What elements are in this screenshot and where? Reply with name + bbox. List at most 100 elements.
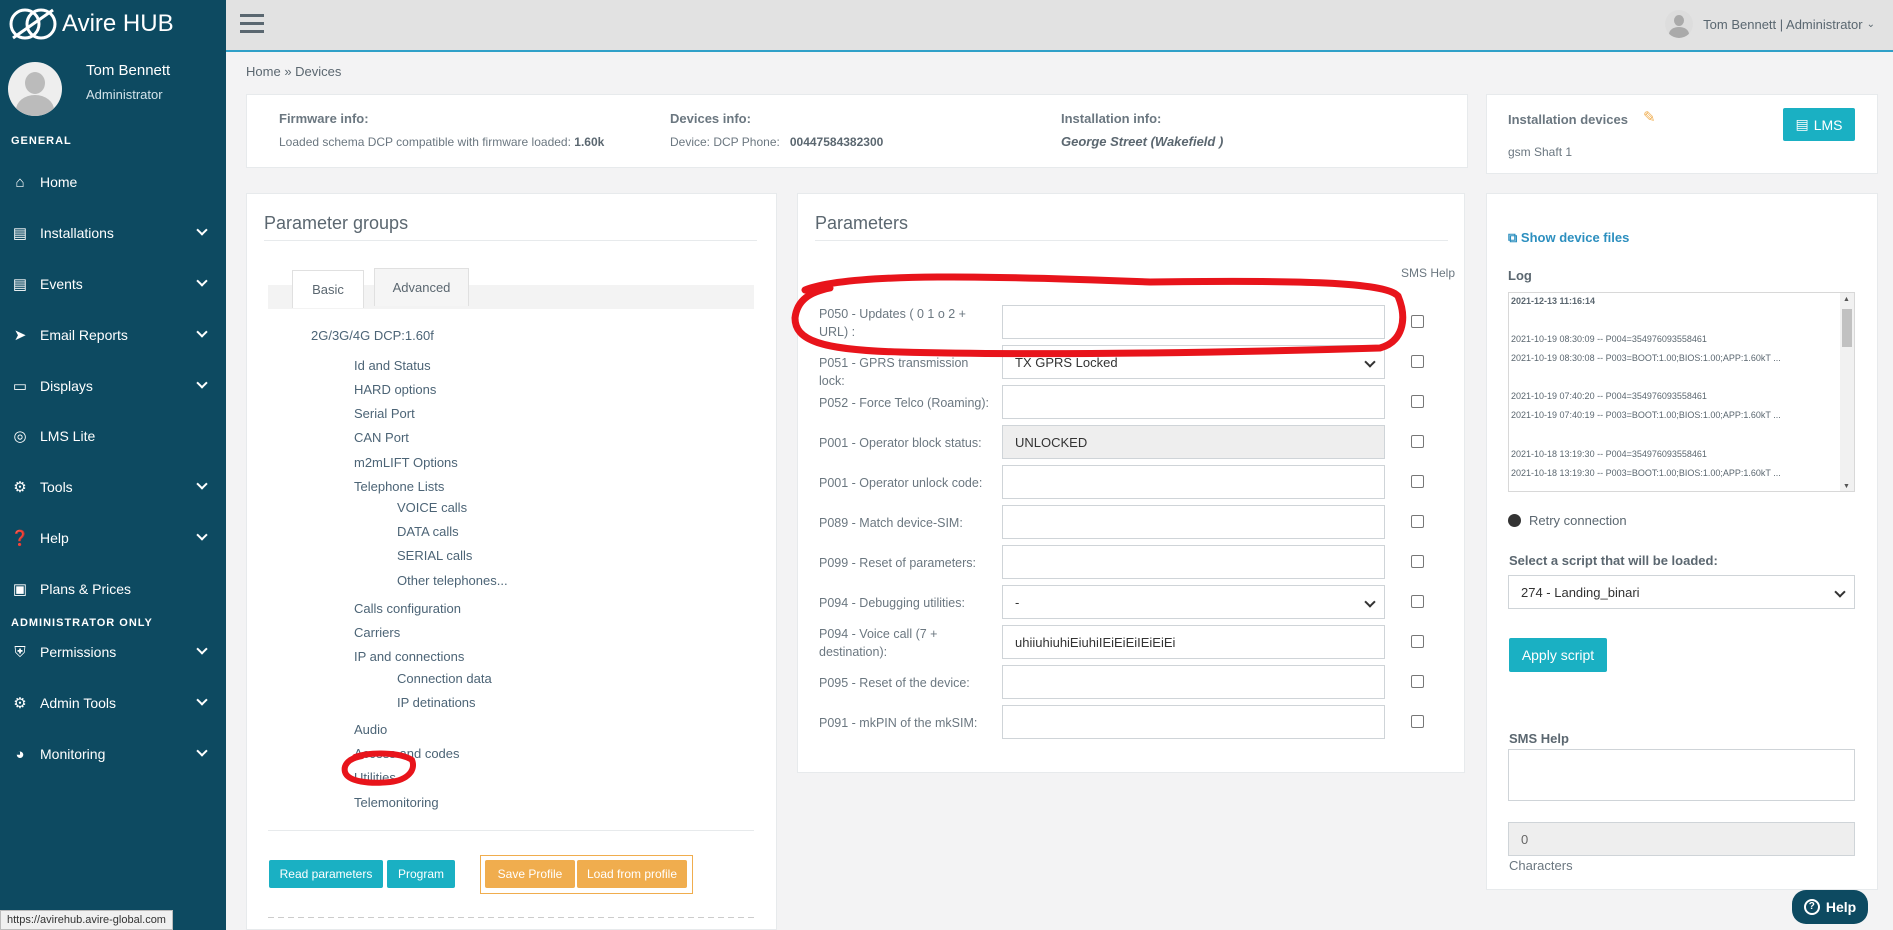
tree-root[interactable]: 2G/3G/4G DCP:1.60f [311, 328, 434, 343]
tree-item[interactable]: IP and connections [354, 649, 464, 664]
show-device-files-link[interactable]: ⧉ Show device files [1508, 230, 1629, 246]
tree-item[interactable]: Serial Port [354, 406, 415, 421]
tree-item[interactable]: Id and Status [354, 358, 431, 373]
parameter-input[interactable] [1002, 545, 1385, 579]
apply-script-button[interactable]: Apply script [1509, 638, 1607, 672]
sms-help-checkbox[interactable] [1411, 675, 1424, 688]
sidebar-item-email-reports[interactable]: ➤ Email Reports [0, 315, 226, 355]
parameter-label: P099 - Reset of parameters: [819, 556, 977, 570]
profile-name[interactable]: Tom Bennett [86, 62, 170, 79]
help-button[interactable]: ? Help [1792, 890, 1868, 924]
sidebar-item-tools[interactable]: ⚙ Tools [0, 467, 226, 507]
installation-device-item[interactable]: gsm Shaft 1 [1508, 145, 1572, 159]
log-line: 2021-10-19 07:40:19 -- P003=BOOT:1.00;BI… [1511, 410, 1781, 420]
sidebar-item-permissions[interactable]: ⛨ Permissions [0, 632, 226, 672]
tree-item[interactable]: Calls configuration [354, 601, 461, 616]
brand[interactable]: Avire HUB [0, 0, 226, 48]
sidebar-item-lms-lite[interactable]: ◎ LMS Lite [0, 416, 226, 456]
tree-item[interactable]: VOICE calls [397, 500, 467, 515]
program-button[interactable]: Program [387, 860, 455, 888]
briefcase-icon: ▣ [12, 581, 28, 598]
sms-help-checkbox[interactable] [1411, 355, 1424, 368]
sms-help-checkbox[interactable] [1411, 715, 1424, 728]
firmware-info-title: Firmware info: [279, 111, 369, 126]
tree-item[interactable]: Audio [354, 722, 387, 737]
tab-advanced[interactable]: Advanced [374, 268, 469, 306]
devices-info-text: Device: DCP Phone: 00447584382300 [670, 135, 884, 149]
tree-item[interactable]: m2mLIFT Options [354, 455, 458, 470]
tab-basic[interactable]: Basic [292, 270, 364, 308]
save-profile-button[interactable]: Save Profile [485, 860, 575, 888]
globe-icon: ◎ [13, 428, 27, 445]
parameter-label: P089 - Match device-SIM: [819, 516, 963, 530]
log-line: 2021-10-19 08:30:09 -- P004=354976093558… [1511, 334, 1707, 344]
parameter-input[interactable] [1002, 385, 1385, 419]
read-parameters-button[interactable]: Read parameters [269, 860, 383, 888]
sidebar-item-installations[interactable]: ▤ Installations [0, 213, 226, 253]
tree-item[interactable]: SERIAL calls [397, 548, 472, 563]
breadcrumb-current: Devices [295, 64, 342, 79]
load-from-profile-button[interactable]: Load from profile [577, 860, 687, 888]
tree-item[interactable]: IP detinations [397, 695, 476, 710]
sms-help-checkbox[interactable] [1411, 555, 1424, 568]
tree-item[interactable]: Connection data [397, 671, 492, 686]
tree-item[interactable]: HARD options [354, 382, 436, 397]
sidebar-item-events[interactable]: ▤ Events [0, 264, 226, 304]
sms-help-textarea[interactable] [1508, 749, 1855, 801]
chevron-down-icon [196, 529, 208, 541]
script-select[interactable]: 274 - Landing_binari [1508, 575, 1855, 609]
scroll-up-icon[interactable]: ▲ [1843, 296, 1850, 303]
avire-logo-icon [9, 8, 57, 40]
sidebar-item-displays[interactable]: ▭ Displays [0, 366, 226, 406]
scroll-thumb[interactable] [1842, 309, 1852, 347]
tree-item[interactable]: Carriers [354, 625, 400, 640]
scroll-down-icon[interactable]: ▼ [1843, 483, 1850, 490]
sms-help-checkbox[interactable] [1411, 475, 1424, 488]
sidebar-item-home[interactable]: ⌂ Home [0, 162, 226, 202]
parameter-groups-title: Parameter groups [264, 213, 409, 233]
lms-button[interactable]: ▤ LMS [1783, 108, 1855, 141]
tree-item[interactable]: Telephone Lists [354, 479, 444, 494]
sms-help-checkbox[interactable] [1411, 635, 1424, 648]
sms-help-checkbox[interactable] [1411, 515, 1424, 528]
tree-item[interactable]: Telemonitoring [354, 795, 439, 810]
sms-help-checkbox[interactable] [1411, 315, 1424, 328]
log-scrollbar[interactable]: ▲ ▼ [1840, 293, 1854, 491]
tree-item[interactable]: Other telephones... [397, 573, 508, 588]
user-menu[interactable]: Tom Bennett | Administrator ⌄ [1665, 10, 1875, 38]
parameter-input[interactable] [1002, 665, 1385, 699]
sidebar-item-help[interactable]: ❓ Help [0, 518, 226, 558]
retry-connection-link[interactable]: Retry connection [1508, 513, 1627, 528]
sidebar-item-plans-prices[interactable]: ▣ Plans & Prices [0, 569, 226, 609]
chevron-down-icon [196, 745, 208, 757]
parameter-input[interactable] [1002, 705, 1385, 739]
top-bar: Tom Bennett | Administrator ⌄ [226, 0, 1893, 52]
tree-item[interactable]: DATA calls [397, 524, 459, 539]
pencil-icon[interactable]: ✎ [1643, 108, 1656, 126]
parameter-select[interactable]: - [1002, 585, 1385, 619]
log-box[interactable]: 2021-12-13 11:16:14 2021-10-19 08:30:09 -… [1508, 292, 1855, 492]
devices-info-title: Devices info: [670, 111, 751, 126]
hamburger-menu-icon[interactable] [240, 14, 264, 34]
parameter-label: P052 - Force Telco (Roaming): [819, 396, 989, 410]
breadcrumb: Home » Devices [246, 64, 342, 79]
parameter-label: P094 - Debugging utilities: [819, 596, 965, 610]
breadcrumb-home[interactable]: Home [246, 64, 281, 79]
installation-name[interactable]: George Street (Wakefield ) [1061, 134, 1223, 149]
parameter-input[interactable] [1002, 305, 1385, 339]
dashboard-icon: ◕ [15, 745, 25, 763]
parameter-input[interactable] [1002, 505, 1385, 539]
parameter-input[interactable]: uhiiuhiuhiEiuhiIEiEiEiIEiEiEi [1002, 625, 1385, 659]
sms-help-checkbox[interactable] [1411, 595, 1424, 608]
tree-item[interactable]: Utilities [354, 770, 396, 785]
tree-item[interactable]: CAN Port [354, 430, 409, 445]
parameter-label: P095 - Reset of the device: [819, 676, 970, 690]
parameter-input[interactable] [1002, 465, 1385, 499]
avatar[interactable] [8, 62, 62, 116]
sidebar-item-monitoring[interactable]: ◕ Monitoring [0, 734, 226, 774]
parameter-select[interactable]: TX GPRS Locked [1002, 345, 1385, 379]
sms-help-checkbox[interactable] [1411, 435, 1424, 448]
sidebar-item-admin-tools[interactable]: ⚙ Admin Tools [0, 683, 226, 723]
sms-help-checkbox[interactable] [1411, 395, 1424, 408]
tree-item[interactable]: Access and codes [354, 746, 460, 761]
